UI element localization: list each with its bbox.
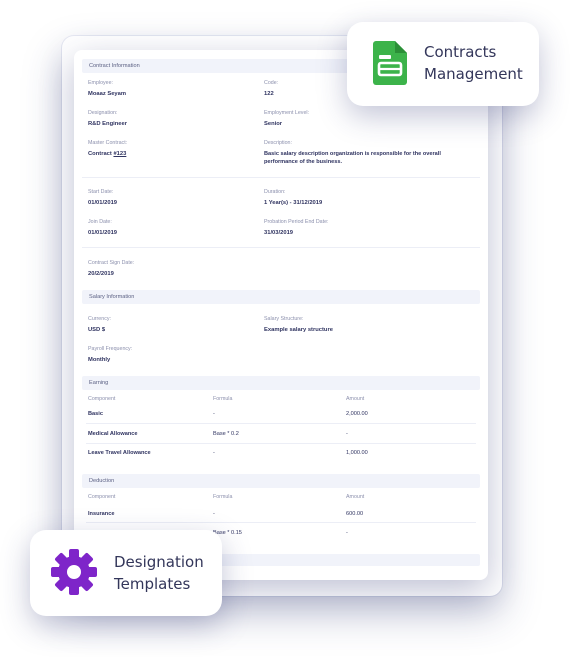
divider xyxy=(82,247,480,248)
earning-section-header: Earning xyxy=(82,376,480,390)
description-label: Description: xyxy=(264,140,292,146)
earning-formula: - xyxy=(213,411,215,417)
currency-value: USD $ xyxy=(88,327,106,333)
duration-value: 1 Year(s) - 31/12/2019 xyxy=(264,200,323,206)
earning-col-amount: Amount xyxy=(346,396,365,402)
contract-details-card: Contract Information Employee: Moaaz Sey… xyxy=(74,50,488,580)
payroll-frequency-value: Monthly xyxy=(88,357,111,363)
employment-level-label: Employment Level: xyxy=(264,110,310,116)
designation-label: Designation: xyxy=(88,110,118,116)
row-divider xyxy=(86,443,476,444)
deduction-amount: 600.00 xyxy=(346,511,364,517)
deduction-section-header: Deduction xyxy=(82,474,480,488)
contracts-management-badge: Contracts Management xyxy=(347,22,539,106)
deduction-col-formula: Formula xyxy=(213,494,233,500)
earning-formula: - xyxy=(213,450,215,456)
duration-label: Duration: xyxy=(264,189,286,195)
designation-title-line1: Designation xyxy=(114,553,204,571)
employee-label: Employee: xyxy=(88,80,114,86)
row-divider xyxy=(86,423,476,424)
earning-amount: 1,000.00 xyxy=(346,450,368,456)
join-date-value: 01/01/2019 xyxy=(88,230,118,236)
master-contract-value: Contract #123 xyxy=(88,151,126,157)
start-date-value: 01/01/2019 xyxy=(88,200,118,206)
earning-component: Basic xyxy=(88,411,103,417)
designation-value: R&D Engineer xyxy=(88,121,127,127)
designation-title-line2: Templates xyxy=(114,575,191,593)
earning-amount: 2,000.00 xyxy=(346,411,368,417)
contracts-title-line2: Management xyxy=(424,65,523,83)
earning-component: Leave Travel Allowance xyxy=(88,450,151,456)
salary-structure-label: Salary Structure: xyxy=(264,316,304,322)
code-label: Code: xyxy=(264,80,279,86)
earning-amount: - xyxy=(346,431,348,437)
probation-value: 31/03/2019 xyxy=(264,230,294,236)
employee-value: Moaaz Seyam xyxy=(88,91,127,97)
earning-col-component: Component xyxy=(88,396,116,402)
master-contract-link[interactable]: #123 xyxy=(113,151,126,157)
deduction-formula: - xyxy=(213,511,215,517)
sign-date-label: Contract Sign Date: xyxy=(88,260,135,266)
gear-icon xyxy=(51,549,97,595)
designation-templates-badge: Designation Templates xyxy=(30,530,222,616)
row-divider xyxy=(86,522,476,523)
employment-level-value: Senior xyxy=(264,121,283,127)
earning-component: Medical Allowance xyxy=(88,431,138,437)
deduction-amount: - xyxy=(346,530,348,536)
deduction-component: Insurance xyxy=(88,511,115,517)
master-contract-prefix: Contract xyxy=(88,151,114,157)
earning-formula: Base * 0.2 xyxy=(213,431,239,437)
master-contract-label: Master Contract: xyxy=(88,140,128,146)
deduction-col-amount: Amount xyxy=(346,494,365,500)
sign-date-value: 20/2/2019 xyxy=(88,271,114,277)
salary-section-header: Salary Information xyxy=(82,290,480,304)
payroll-frequency-label: Payroll Frequency: xyxy=(88,346,133,352)
contracts-title-line1: Contracts xyxy=(424,43,497,61)
salary-structure-value: Example salary structure xyxy=(264,327,333,333)
deduction-col-component: Component xyxy=(88,494,116,500)
currency-label: Currency: xyxy=(88,316,111,322)
start-date-label: Start Date: xyxy=(88,189,114,195)
join-date-label: Join Date: xyxy=(88,219,112,225)
probation-label: Probation Period End Date: xyxy=(264,219,329,225)
earning-col-formula: Formula xyxy=(213,396,233,402)
description-value: Basic salary description organization is… xyxy=(264,151,441,165)
code-value: 122 xyxy=(264,91,274,97)
document-icon xyxy=(373,41,407,85)
divider xyxy=(82,177,480,178)
